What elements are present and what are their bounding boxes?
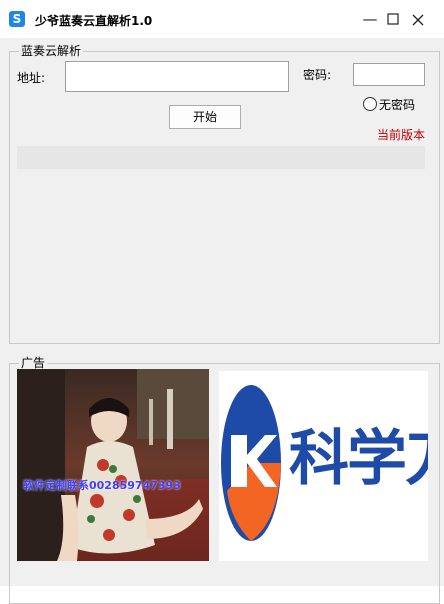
close-icon xyxy=(412,14,424,25)
kexuedao-logo[interactable]: 科学刀 xyxy=(219,371,428,561)
ad-group-legend: 广告 xyxy=(19,356,48,370)
maximize-icon xyxy=(387,13,399,25)
maximize-button[interactable] xyxy=(379,0,407,38)
ad-photo-graphic xyxy=(17,369,209,561)
version-link[interactable]: 当前版本 xyxy=(377,126,425,143)
ad-contact-text: 软件定制联系002859747393 xyxy=(23,479,181,492)
client-area: 蓝奏云解析 地址: 密码: 开始 无密码 当前版本 广告 软件定制联系00285… xyxy=(0,38,444,604)
start-button[interactable]: 开始 xyxy=(169,105,241,129)
app-icon: S xyxy=(9,11,25,27)
window-title: 少爷蓝奏云直解析1.0 xyxy=(35,14,153,28)
parse-group-legend: 蓝奏云解析 xyxy=(19,44,84,58)
close-button[interactable] xyxy=(404,0,432,38)
password-label: 密码: xyxy=(303,68,332,82)
logo-text: 科学刀 xyxy=(289,424,428,494)
parse-groupbox xyxy=(9,51,440,344)
no-password-label[interactable]: 无密码 xyxy=(379,98,415,112)
password-input[interactable] xyxy=(353,63,425,86)
address-label: 地址: xyxy=(17,71,46,85)
address-input[interactable] xyxy=(65,61,289,92)
title-bar: S 少爷蓝奏云直解析1.0 — xyxy=(0,0,444,38)
progress-bar xyxy=(17,146,425,169)
no-password-radio[interactable] xyxy=(363,97,377,111)
ad-photo[interactable]: 软件定制联系002859747393 xyxy=(17,369,209,561)
